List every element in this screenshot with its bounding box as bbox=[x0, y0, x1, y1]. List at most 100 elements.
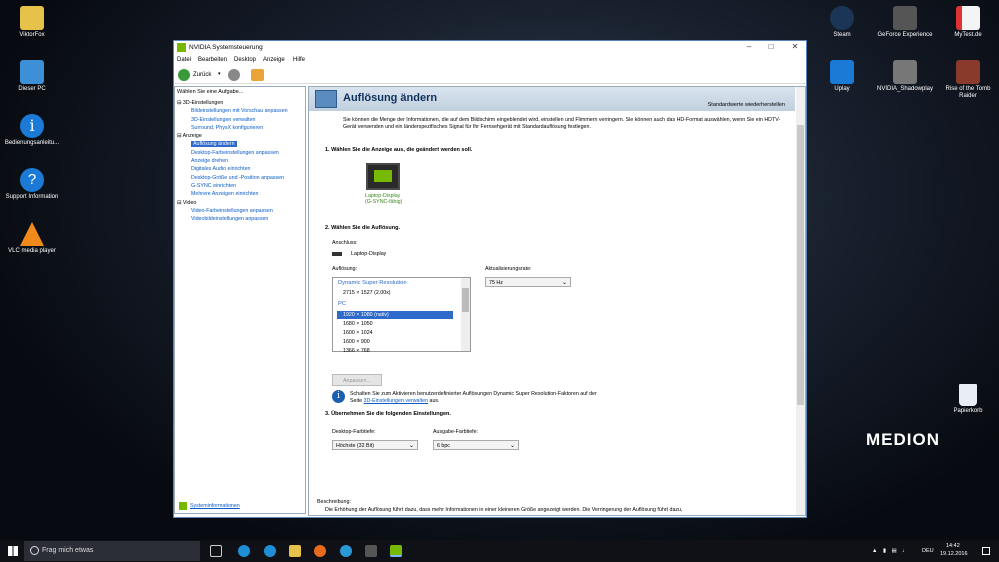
windows-start-icon[interactable] bbox=[8, 546, 18, 556]
edge-browser-icon[interactable] bbox=[238, 545, 250, 557]
restore-defaults-link[interactable]: Standardwerte wiederherstellen bbox=[708, 102, 785, 108]
output-depth-value: 6 bpc bbox=[437, 443, 450, 449]
refresh-label: Aktualisierungsrate: bbox=[485, 266, 532, 272]
ie-icon-2[interactable] bbox=[340, 545, 352, 557]
tree-item-label: Digitales Audio einrichten bbox=[191, 166, 251, 173]
resolution-item[interactable]: 1600 × 900 bbox=[343, 339, 370, 345]
geforce-icon bbox=[893, 6, 917, 30]
tree-item[interactable]: Videobildeinstellungen anpassen bbox=[177, 215, 288, 223]
desktop-icon-steam[interactable]: Steam bbox=[810, 6, 874, 39]
desktop-icon-uplay[interactable]: Uplay bbox=[810, 60, 874, 93]
tree-item[interactable]: Auflösung ändern bbox=[177, 140, 288, 148]
tree-item[interactable]: Desktop-Größe und -Position anpassen bbox=[177, 174, 288, 182]
list-scroll-thumb[interactable] bbox=[462, 288, 469, 312]
tree-group[interactable]: ⊟ Video bbox=[177, 199, 288, 207]
tree-item[interactable]: Digitales Audio einrichten bbox=[177, 165, 288, 173]
maximize-button[interactable]: □ bbox=[764, 42, 778, 53]
resolution-item-selected[interactable]: 1920 × 1080 (nativ) bbox=[337, 311, 453, 319]
close-button[interactable]: ✕ bbox=[788, 42, 802, 53]
tree-item[interactable]: G-SYNC einrichten bbox=[177, 182, 288, 190]
tray-icons[interactable]: ▲ ▮ ▤ ♩ bbox=[872, 548, 910, 554]
tree-item[interactable]: 3D-Einstellungen verwalten bbox=[177, 116, 288, 124]
tree-item[interactable]: Bildeinstellungen mit Vorschau anpassen bbox=[177, 107, 288, 115]
task-view-icon[interactable] bbox=[210, 545, 222, 557]
customize-button[interactable]: Anpassen... bbox=[332, 374, 382, 386]
desktop-icon-label: ViktorFox bbox=[19, 32, 45, 38]
nvidia-taskbar-icon[interactable] bbox=[390, 545, 402, 557]
desktop-icon-tombraider[interactable]: Rise of the Tomb Raider bbox=[936, 60, 999, 100]
tree-group[interactable]: ⊟ Anzeige bbox=[177, 132, 288, 140]
nvidia-control-panel-window: NVIDIA Systemsteuerung – □ ✕ Datei Bearb… bbox=[173, 40, 807, 518]
nvidia-logo-icon bbox=[177, 43, 186, 52]
desktop-icon-recycle-bin[interactable]: Papierkorb bbox=[936, 384, 999, 415]
display-monitor-icon[interactable] bbox=[366, 163, 400, 190]
menu-bearbeiten[interactable]: Bearbeiten bbox=[198, 57, 227, 63]
help-icon: ? bbox=[20, 168, 44, 192]
output-depth-select[interactable]: 6 bpc ⌄ bbox=[433, 440, 519, 450]
tree-item-label: Videobildeinstellungen anpassen bbox=[191, 216, 269, 223]
tree-item[interactable]: Video-Farbeinstellungen anpassen bbox=[177, 207, 288, 215]
firefox-icon[interactable] bbox=[314, 545, 326, 557]
clock-time[interactable]: 14:42 bbox=[946, 543, 960, 549]
home-icon[interactable] bbox=[251, 69, 264, 81]
back-button[interactable]: Zurück bbox=[193, 72, 211, 78]
computer-icon bbox=[20, 60, 44, 84]
tree-item[interactable]: Mehrere Anzeigen einrichten bbox=[177, 190, 288, 198]
ie-browser-icon[interactable] bbox=[264, 545, 276, 557]
file-explorer-icon[interactable] bbox=[289, 545, 301, 557]
desktop-icon-label: Dieser PC bbox=[18, 86, 46, 92]
back-arrow-icon[interactable] bbox=[178, 69, 190, 81]
desktop-icon-shadowplay[interactable]: NVIDIA_Shadowplay bbox=[873, 60, 937, 93]
desktop-icon-label: Papierkorb bbox=[953, 408, 983, 414]
desktop-icon-vlc[interactable]: VLC media player bbox=[0, 222, 64, 255]
menu-anzeige[interactable]: Anzeige bbox=[263, 57, 285, 63]
minimize-button[interactable]: – bbox=[742, 42, 756, 53]
desktop-icon-mytest[interactable]: MyTest.de bbox=[936, 6, 999, 39]
menu-datei[interactable]: Datei bbox=[177, 57, 191, 63]
tree-item-label: G-SYNC einrichten bbox=[191, 182, 237, 189]
notification-icon[interactable] bbox=[982, 547, 990, 555]
desktop-icon-label: Bedienungsanleitu... bbox=[4, 140, 60, 146]
tree-item[interactable]: Desktop-Farbeinstellungen anpassen bbox=[177, 149, 288, 157]
app-icon[interactable] bbox=[365, 545, 377, 557]
content-scrollbar[interactable] bbox=[796, 87, 805, 515]
language-indicator[interactable]: DEU bbox=[922, 548, 934, 554]
search-box[interactable]: Frag mich etwas bbox=[24, 541, 200, 561]
connection-label: Anschluss: bbox=[332, 240, 358, 246]
tree-group[interactable]: ⊟ 3D-Einstellungen bbox=[177, 99, 288, 107]
nvidia-small-icon bbox=[179, 502, 187, 510]
color-depth-value: Höchste (32 Bit) bbox=[336, 443, 374, 449]
desktop-icon-label: Uplay bbox=[834, 86, 850, 92]
desktop-icon-support[interactable]: ? Support Information bbox=[0, 168, 64, 201]
desktop-icon-geforce[interactable]: GeForce Experience bbox=[873, 6, 937, 39]
search-icon bbox=[30, 546, 39, 555]
refresh-rate-select[interactable]: 75 Hz ⌄ bbox=[485, 277, 571, 287]
menu-hilfe[interactable]: Hilfe bbox=[293, 57, 305, 63]
list-scrollbar[interactable] bbox=[461, 278, 470, 351]
connection-value: Laptop-Display bbox=[351, 251, 387, 257]
menu-desktop[interactable]: Desktop bbox=[234, 57, 256, 63]
manage-3d-settings-link[interactable]: 3D-Einstellungen verwalten bbox=[364, 398, 428, 404]
desktop-icon-dieser-pc[interactable]: Dieser PC bbox=[0, 60, 64, 93]
tree-item-label: Anzeige bbox=[182, 133, 202, 140]
resolution-list[interactable]: Dynamic Super Resolution 2715 × 1527 (2.… bbox=[332, 277, 471, 352]
title-bar[interactable]: NVIDIA Systemsteuerung – □ ✕ bbox=[174, 41, 806, 54]
resolution-item[interactable]: 1600 × 1024 bbox=[343, 330, 373, 336]
resolution-item[interactable]: 1680 × 1050 bbox=[343, 321, 373, 327]
desktop-icon-bedienungsanleitung[interactable]: i Bedienungsanleitu... bbox=[0, 114, 64, 147]
forward-arrow-icon[interactable] bbox=[228, 69, 240, 81]
dsr-note-prefix: Seite bbox=[350, 398, 364, 404]
system-info-link[interactable]: Systeminformationen bbox=[190, 503, 240, 509]
resolution-item[interactable]: 2715 × 1527 (2.00x) bbox=[343, 290, 391, 296]
desktop-icon-viktorfox[interactable]: ViktorFox bbox=[0, 6, 64, 39]
tree-item[interactable]: Surround, PhysX konfigurieren bbox=[177, 124, 288, 132]
tree-item-label: Mehrere Anzeigen einrichten bbox=[191, 191, 259, 198]
resolution-item[interactable]: 1366 × 768 bbox=[343, 348, 370, 352]
desktop-icon-label: Rise of the Tomb Raider bbox=[945, 86, 991, 99]
content-scroll-thumb[interactable] bbox=[797, 125, 804, 405]
color-depth-select[interactable]: Höchste (32 Bit) ⌄ bbox=[332, 440, 418, 450]
tree-item[interactable]: Anzeige drehen bbox=[177, 157, 288, 165]
back-dropdown-icon[interactable]: ▾ bbox=[218, 71, 221, 77]
folder-icon bbox=[20, 6, 44, 30]
clock-date[interactable]: 19.12.2016 bbox=[940, 551, 968, 557]
